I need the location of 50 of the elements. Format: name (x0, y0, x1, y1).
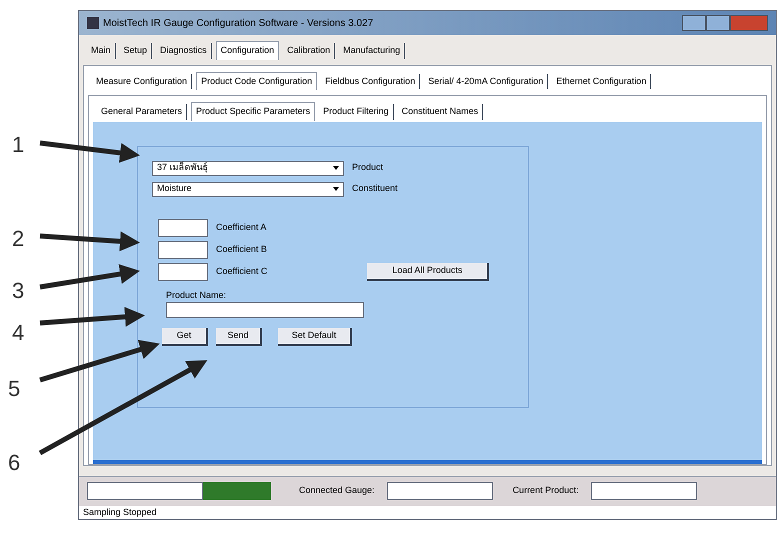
input-field[interactable] (158, 218, 208, 236)
tab[interactable]: Measure Configuration (92, 74, 192, 89)
annotation-number: 5 (8, 375, 20, 403)
tab[interactable]: Diagnostics (156, 43, 212, 58)
tab[interactable]: Calibration (283, 43, 336, 58)
maximize-button[interactable] (706, 15, 730, 31)
annotation-number: 4 (12, 319, 24, 347)
input-field[interactable] (590, 482, 697, 500)
field-label: Product (352, 161, 384, 174)
annotation-number: 1 (12, 131, 24, 159)
input-field[interactable] (158, 240, 208, 258)
action-button[interactable]: Get (162, 328, 208, 346)
window-title: MoistTech IR Gauge Configuration Software - Versions 3.027 (103, 16, 374, 30)
minimize-button[interactable] (682, 15, 706, 31)
tab[interactable]: Main (87, 43, 116, 58)
action-button[interactable]: Set Default (278, 328, 352, 346)
field-label: Current Product: (512, 484, 579, 498)
caret-icon (333, 187, 339, 191)
tab[interactable]: Ethernet Configuration (552, 74, 652, 89)
tab[interactable]: Constituent Names (398, 104, 484, 120)
dropdown[interactable]: 37 เมล็ดพันธุ์ (152, 160, 344, 176)
tab[interactable]: General Parameters (97, 104, 188, 120)
caret-icon (333, 166, 339, 170)
input-field[interactable] (87, 482, 203, 500)
tab[interactable]: Manufacturing (339, 43, 406, 58)
tab[interactable]: Product Specific Parameters (191, 102, 316, 120)
annotation-number: 2 (12, 225, 24, 253)
dropdown[interactable]: Moisture (152, 182, 344, 196)
input-field[interactable] (166, 302, 364, 318)
tab[interactable]: Product Code Configuration (196, 72, 318, 90)
field-label: Coefficient B (216, 242, 267, 256)
annotation-number: 3 (12, 277, 24, 305)
input-field[interactable] (386, 482, 493, 500)
action-button[interactable]: Send (216, 328, 262, 346)
annotation-number: 6 (8, 449, 20, 477)
field-label: Product Name: (166, 288, 228, 302)
status-indicator (203, 482, 271, 500)
field-label: Coefficient A (216, 220, 266, 234)
status-message: Sampling Stopped (79, 506, 776, 519)
load-button[interactable]: Load All Products (367, 262, 490, 280)
app-icon (87, 17, 99, 29)
tab[interactable]: Configuration (216, 41, 280, 60)
input-field[interactable] (158, 262, 208, 280)
field-label: Coefficient C (216, 264, 268, 278)
tab[interactable]: Serial/ 4-20mA Configuration (424, 74, 548, 89)
tab[interactable]: Product Filtering (319, 104, 394, 120)
field-label: Connected Gauge: (299, 484, 375, 498)
field-label: Constituent (352, 182, 398, 196)
tab[interactable]: Setup (120, 43, 152, 58)
tab[interactable]: Fieldbus Configuration (321, 74, 420, 89)
